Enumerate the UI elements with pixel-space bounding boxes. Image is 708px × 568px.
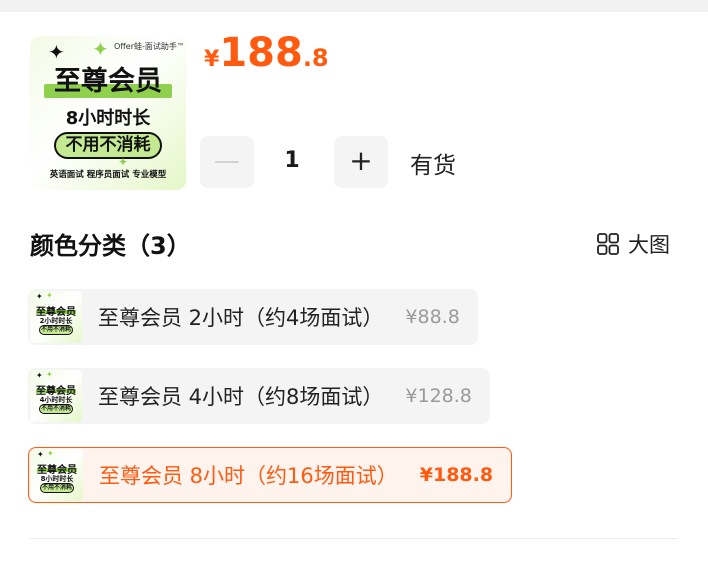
- variant-thumbnail: ✦ ✦ 至尊会员 8小时时长 不用不消耗: [31, 449, 83, 501]
- sparkle-icon: ✦: [47, 449, 54, 458]
- variant-price: ¥88.8: [405, 306, 460, 328]
- product-price: ¥188.8: [204, 30, 329, 76]
- mini-pill: 不用不消耗: [39, 325, 73, 335]
- variant-price: ¥128.8: [405, 385, 472, 407]
- sparkle-icon: ✦: [48, 40, 65, 64]
- variant-price: ¥188.8: [419, 464, 494, 486]
- sparkle-icon: ✦: [46, 370, 53, 379]
- sparkle-icon: ✦: [37, 450, 44, 459]
- quantity-decrease-button[interactable]: —: [200, 136, 254, 188]
- top-divider-band: [0, 0, 708, 12]
- sparkle-icon: ✦: [36, 292, 43, 301]
- variant-option-2h[interactable]: ✦ ✦ 至尊会员 2小时时长 不用不消耗 至尊会员 2小时（约4场面试） ¥88…: [28, 289, 478, 345]
- mini-pill: 不用不消耗: [40, 483, 74, 493]
- variant-option-8h[interactable]: ✦ ✦ 至尊会员 8小时时长 不用不消耗 至尊会员 8小时（约16场面试） ¥1…: [28, 447, 513, 503]
- sparkle-icon: ✦: [118, 155, 129, 169]
- thumbnail-duration: 8小时时长: [65, 108, 151, 129]
- product-thumbnail[interactable]: ✦ ✦ Offer蛙-面试助手™ 至尊会员 8小时时长 不用不消耗 ✦ 英语面试…: [30, 36, 186, 190]
- stock-status: 有货: [410, 153, 456, 179]
- bottom-divider: [30, 538, 678, 539]
- price-integer: 188: [219, 30, 303, 76]
- big-view-label: 大图: [628, 233, 670, 257]
- sparkle-icon: ✦: [46, 291, 53, 300]
- sparkle-icon: ✦: [92, 37, 109, 61]
- grid-view-icon: [597, 233, 619, 255]
- price-currency: ¥: [204, 47, 220, 72]
- variant-thumbnail: ✦ ✦ 至尊会员 4小时时长 不用不消耗: [30, 370, 82, 422]
- thumbnail-footer: 英语面试 程序员面试 专业模型: [49, 170, 167, 180]
- quantity-increase-button[interactable]: +: [334, 136, 388, 188]
- variant-label: 至尊会员 2小时（约4场面试）: [98, 306, 384, 330]
- thumbnail-pill: 不用不消耗: [54, 132, 162, 159]
- mini-pill: 不用不消耗: [39, 404, 73, 414]
- variant-section-title: 颜色分类（3）: [30, 232, 191, 260]
- big-view-button[interactable]: 大图: [596, 230, 670, 258]
- price-decimal: .8: [302, 44, 329, 72]
- quantity-value[interactable]: 1: [280, 148, 304, 173]
- variant-label: 至尊会员 8小时（约16场面试）: [99, 464, 398, 488]
- variant-thumbnail: ✦ ✦ 至尊会员 2小时时长 不用不消耗: [30, 291, 82, 343]
- thumbnail-brand: Offer蛙-面试助手™: [114, 42, 185, 51]
- sparkle-icon: ✦: [36, 371, 43, 380]
- variant-label: 至尊会员 4小时（约8场面试）: [98, 385, 384, 409]
- thumbnail-title: 至尊会员: [54, 66, 162, 97]
- variant-option-4h[interactable]: ✦ ✦ 至尊会员 4小时时长 不用不消耗 至尊会员 4小时（约8场面试） ¥12…: [28, 368, 490, 424]
